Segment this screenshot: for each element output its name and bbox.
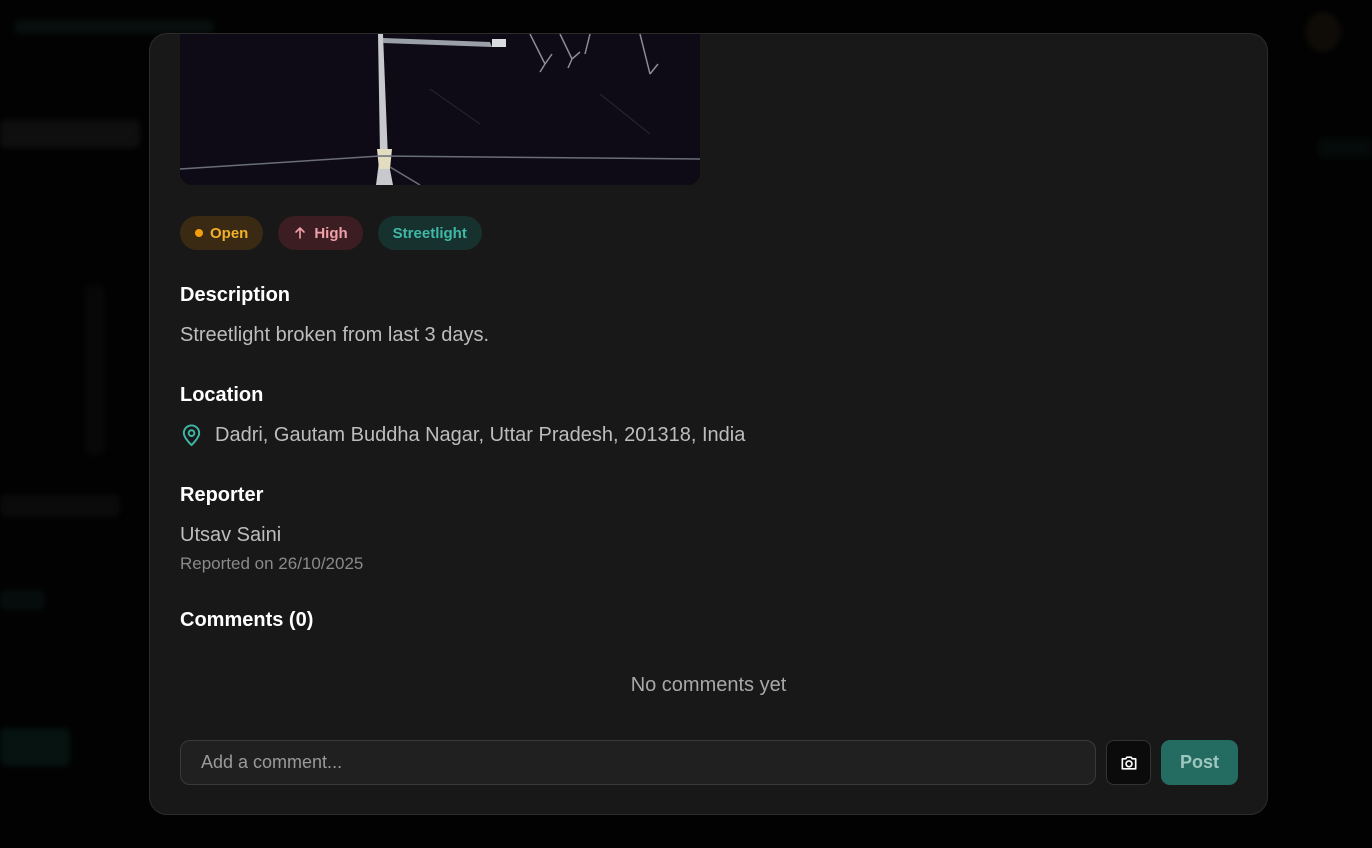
- location-heading: Location: [180, 384, 264, 406]
- issue-detail-modal: Open High Streetlight Description Street…: [149, 33, 1268, 815]
- description-heading: Description: [180, 284, 291, 306]
- issue-badges: Open High Streetlight: [180, 216, 482, 250]
- arrow-up-icon: [295, 227, 306, 239]
- camera-icon: [1121, 755, 1136, 770]
- reporter-name: Utsav Saini: [180, 524, 282, 546]
- priority-badge: High: [278, 216, 363, 250]
- attach-photo-button[interactable]: [1106, 740, 1151, 785]
- reported-date: Reported on 26/10/2025: [180, 554, 364, 573]
- location-row: Dadri, Gautam Buddha Nagar, Uttar Prades…: [180, 424, 745, 447]
- description-text: Streetlight broken from last 3 days.: [180, 324, 490, 346]
- comment-composer: Post: [180, 740, 1238, 785]
- category-badge: Streetlight: [377, 216, 482, 250]
- map-pin-icon: [182, 424, 201, 447]
- status-badge: Open: [180, 216, 264, 250]
- no-comments-text: No comments yet: [630, 674, 787, 696]
- comment-input[interactable]: [180, 740, 1096, 785]
- status-label: Open: [210, 224, 249, 242]
- location-text: Dadri, Gautam Buddha Nagar, Uttar Prades…: [215, 424, 746, 446]
- priority-label: High: [314, 224, 348, 242]
- reporter-heading: Reporter: [180, 484, 264, 506]
- post-comment-button[interactable]: Post: [1161, 740, 1238, 785]
- status-dot-icon: [195, 229, 203, 237]
- streetlight-photo: [180, 34, 700, 185]
- comments-heading: Comments (0): [180, 609, 314, 631]
- issue-photo: [180, 34, 700, 185]
- category-label: Streetlight: [392, 224, 467, 242]
